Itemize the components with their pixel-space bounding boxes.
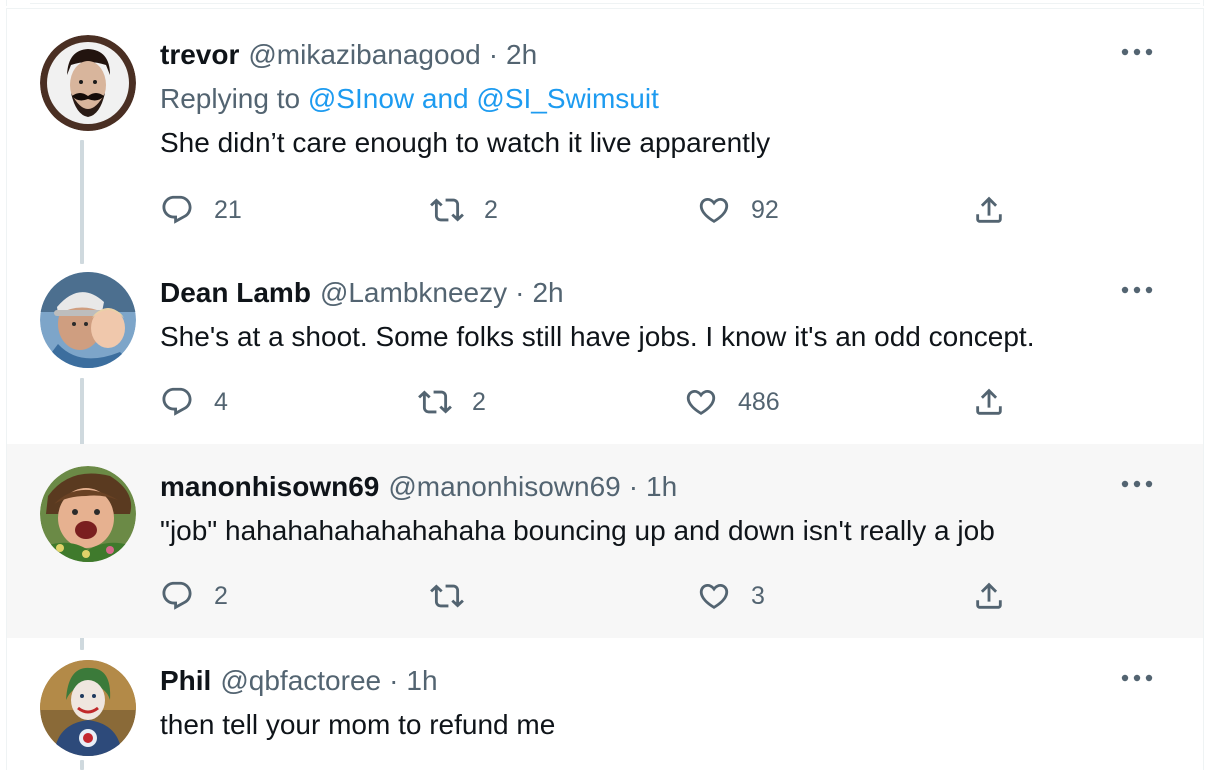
replying-label: Replying to [160, 83, 301, 114]
retweet-count: 2 [484, 195, 498, 224]
reply-button[interactable]: 4 [160, 382, 228, 422]
replying-to: Replying to @SInow and @SI_Swimsuit [160, 82, 1183, 116]
heart-icon [697, 193, 731, 227]
more-button[interactable] [1117, 278, 1157, 302]
separator-dot: · [488, 39, 499, 70]
tweet-header: Dean Lamb @Lambkneezy · 2h [160, 276, 1183, 310]
share-button[interactable] [972, 190, 1006, 230]
more-icon [1120, 673, 1154, 683]
tweet-header: trevor @mikazibanagood · 2h [160, 38, 1183, 72]
timestamp[interactable]: 2h [506, 38, 537, 72]
tweet[interactable]: Dean Lamb @Lambkneezy · 2h She's at a sh… [7, 254, 1203, 444]
display-name[interactable]: trevor [160, 38, 239, 72]
more-icon [1120, 285, 1154, 295]
reply-button[interactable]: 2 [160, 576, 228, 616]
share-button[interactable] [972, 382, 1006, 422]
reply-count: 21 [214, 195, 242, 224]
tweet-header: Phil @qbfactoree · 1h [160, 664, 1183, 698]
heart-icon [697, 579, 731, 613]
retweet-count: 2 [472, 387, 486, 416]
avatar[interactable] [40, 272, 136, 368]
like-count: 3 [751, 581, 765, 610]
retweet-button[interactable]: 2 [418, 382, 486, 422]
reply-icon [160, 193, 194, 227]
more-button[interactable] [1117, 472, 1157, 496]
reply-button[interactable]: 21 [160, 190, 242, 230]
timestamp[interactable]: 1h [646, 470, 677, 504]
tweet[interactable]: trevor @mikazibanagood · 2h Replying to … [7, 30, 1203, 254]
tweet-text: then tell your mom to refund me [160, 709, 556, 740]
retweet-icon [430, 579, 464, 613]
share-button[interactable] [972, 576, 1006, 616]
like-count: 92 [751, 195, 779, 224]
retweet-button[interactable]: 2 [430, 190, 498, 230]
retweet-button[interactable] [430, 576, 484, 616]
avatar-image [40, 660, 136, 756]
avatar-image [40, 466, 136, 562]
more-button[interactable] [1117, 40, 1157, 64]
user-handle[interactable]: @mikazibanagood [248, 38, 480, 72]
avatar-image [40, 35, 136, 131]
replying-to-link[interactable]: @SInow and @SI_Swimsuit [308, 83, 659, 114]
user-handle[interactable]: @manonhisown69 [388, 470, 620, 504]
timestamp[interactable]: 2h [532, 276, 563, 310]
like-button[interactable]: 3 [697, 576, 765, 616]
retweet-icon [430, 193, 464, 227]
share-icon [972, 193, 1006, 227]
tweet-header: manonhisown69 @manonhisown69 · 1h [160, 470, 1183, 504]
reply-count: 2 [214, 581, 228, 610]
share-icon [972, 385, 1006, 419]
timestamp[interactable]: 1h [406, 664, 437, 698]
tweet-actions: 2 3 [160, 576, 1183, 616]
reply-icon [160, 385, 194, 419]
like-button[interactable]: 92 [697, 190, 779, 230]
avatar[interactable] [40, 466, 136, 562]
share-icon [972, 579, 1006, 613]
tweet-actions: 4 2 486 [160, 382, 1183, 422]
display-name[interactable]: Phil [160, 664, 211, 698]
like-count: 486 [738, 387, 780, 416]
avatar[interactable] [40, 35, 136, 131]
reply-icon [160, 579, 194, 613]
tweet[interactable]: manonhisown69 @manonhisown69 · 1h "job" … [7, 444, 1203, 638]
display-name[interactable]: manonhisown69 [160, 470, 379, 504]
user-handle[interactable]: @qbfactoree [220, 664, 381, 698]
tweet-text: She's at a shoot. Some folks still have … [160, 321, 1035, 352]
separator-dot: · [628, 471, 639, 502]
tweet-actions: 21 2 92 [160, 190, 1183, 230]
heart-icon [684, 385, 718, 419]
user-handle[interactable]: @Lambkneezy [320, 276, 507, 310]
avatar-image [40, 272, 136, 368]
more-button[interactable] [1117, 666, 1157, 690]
tweet[interactable]: Phil @qbfactoree · 1h then tell your mom… [7, 638, 1203, 770]
tweet-text: She didn’t care enough to watch it live … [160, 127, 771, 158]
more-icon [1120, 479, 1154, 489]
display-name[interactable]: Dean Lamb [160, 276, 311, 310]
reply-count: 4 [214, 387, 228, 416]
like-button[interactable]: 486 [684, 382, 780, 422]
more-icon [1120, 47, 1154, 57]
avatar[interactable] [40, 660, 136, 756]
separator-dot: · [389, 665, 399, 696]
separator-dot: · [515, 277, 525, 308]
tweet-text: "job" hahahahahahahahaha bouncing up and… [160, 515, 995, 546]
retweet-icon [418, 385, 452, 419]
